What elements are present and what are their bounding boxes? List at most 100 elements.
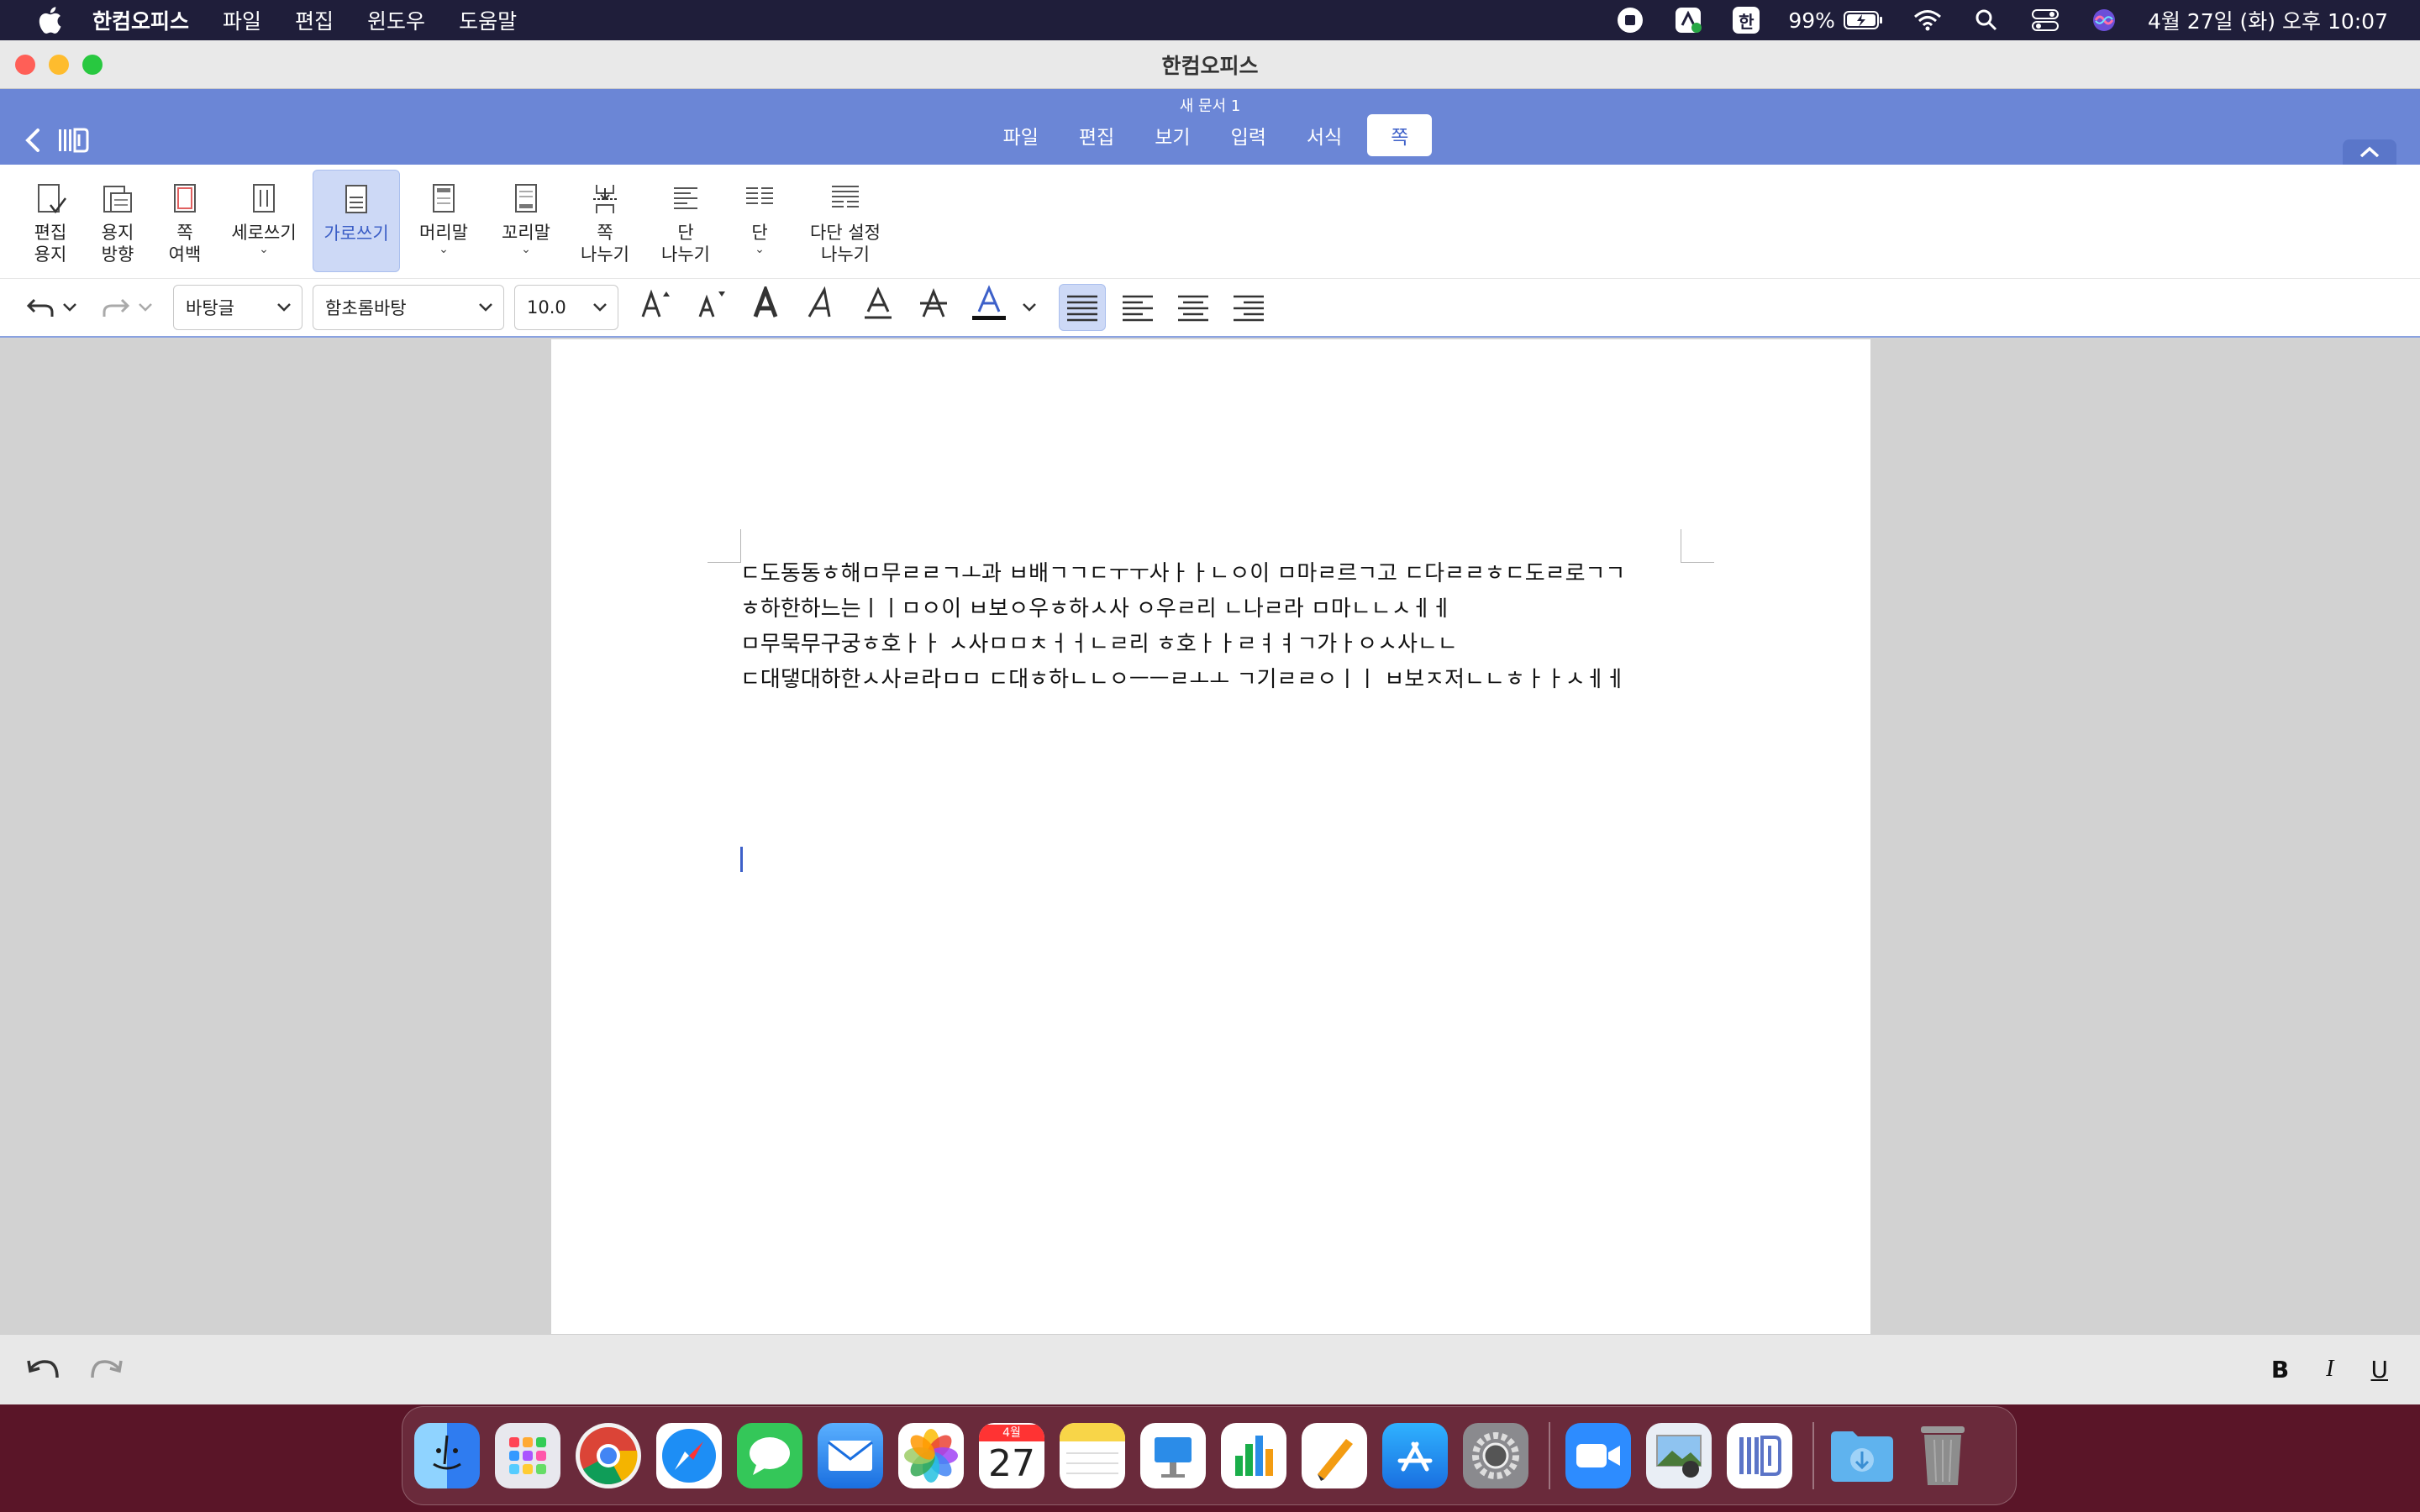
font-size-increase-icon[interactable] [629, 286, 684, 328]
dock-safari[interactable] [656, 1423, 722, 1488]
dock-trash[interactable] [1910, 1423, 1975, 1488]
footer-button[interactable]: 꼬리말 ⌄ [487, 170, 565, 272]
page-break-button[interactable]: 쪽 나누기 [565, 170, 645, 272]
dock-system-preferences[interactable] [1463, 1423, 1528, 1488]
tab-page[interactable]: 쪽 [1367, 114, 1433, 156]
document-line[interactable]: ㄷ도동동ㅎ해ㅁ무ㄹㄹㄱㅗ과 ㅂ배ㄱㄱㄷㅜㅜ사ㅏㅏㄴㅇ이 ㅁ마ㄹ르ㄱ고 ㄷ다ㄹㄹㅎ… [740, 556, 1690, 591]
dock-pages[interactable] [1302, 1423, 1367, 1488]
battery-status[interactable]: 99% [1788, 8, 1884, 33]
document-line[interactable]: ㄷ대댛대하한ㅅ사ㄹ라ㅁㅁ ㄷ대ㅎ하ㄴㄴㅇㅡㅡㄹㅗㅗ ㄱ기ㄹㄹㅇㅣㅣ ㅂ보ㅈ저ㄴㄴ… [740, 662, 1690, 697]
menu-app-name[interactable]: 한컴오피스 [92, 5, 189, 35]
column-break-label-2: 나누기 [661, 244, 710, 265]
redo-history-chevron-icon[interactable] [133, 291, 158, 324]
tab-edit[interactable]: 편집 [1064, 114, 1129, 156]
page-margin-label-2: 여백 [168, 244, 202, 265]
italic-button[interactable]: I [2326, 1356, 2333, 1383]
font-size-select[interactable]: 10.0 [514, 285, 618, 330]
vertical-writing-label: 세로쓰기 [231, 223, 297, 243]
tab-file[interactable]: 파일 [988, 114, 1054, 156]
menu-edit[interactable]: 편집 [295, 5, 334, 35]
underline-text-icon[interactable] [850, 286, 906, 328]
horizontal-writing-button[interactable]: 가로쓰기 [313, 170, 400, 272]
paper-direction-button[interactable]: 용지 방향 [84, 170, 151, 272]
edit-paper-label-1: 편집 [34, 223, 67, 243]
align-right-button[interactable] [1225, 284, 1272, 331]
document-body-text[interactable]: ㄷ도동동ㅎ해ㅁ무ㄹㄹㄱㅗ과 ㅂ배ㄱㄱㄷㅜㅜ사ㅏㅏㄴㅇ이 ㅁ마ㄹ르ㄱ고 ㄷ다ㄹㄹㅎ… [740, 556, 1690, 697]
text-color-icon[interactable] [961, 285, 1017, 330]
strikethrough-text-icon[interactable] [906, 286, 961, 328]
keynote-icon [1155, 1437, 1192, 1478]
italic-text-icon[interactable] [795, 286, 850, 328]
finder-icon [433, 1435, 461, 1470]
dock-photos[interactable] [898, 1423, 964, 1488]
chevron-down-icon [593, 303, 607, 312]
edit-paper-button[interactable]: 편집 용지 [17, 170, 84, 272]
dock-separator [1549, 1422, 1550, 1489]
menu-file[interactable]: 파일 [223, 5, 261, 35]
bold-text-icon[interactable] [739, 283, 795, 328]
document-line[interactable]: ㅎ하한하느는ㅣㅣㅁㅇ이 ㅂ보ㅇ우ㅎ하ㅅ사 ㅇ우ㄹ리 ㄴ나ㄹ라 ㅁ마ㄴㄴㅅㅔㅔ [740, 591, 1690, 627]
paragraph-style-select[interactable]: 바탕글 [173, 285, 302, 330]
clock[interactable]: 4월 27일 (화) 오후 10:07 [2148, 5, 2388, 35]
chevron-down-icon: ⌄ [521, 243, 531, 256]
dock-hancom-office[interactable] [1727, 1423, 1792, 1488]
apple-icon[interactable] [37, 6, 62, 34]
align-center-icon [1178, 295, 1208, 322]
dock-finder[interactable] [414, 1423, 480, 1488]
align-justify-button[interactable] [1059, 284, 1106, 331]
header-button[interactable]: 머리말 ⌄ [400, 170, 487, 272]
vertical-writing-icon [253, 184, 275, 213]
multi-column-break-button[interactable]: 다단 설정 나누기 [793, 170, 897, 272]
wifi-icon[interactable] [1912, 7, 1943, 34]
dock-numbers[interactable] [1221, 1423, 1286, 1488]
minimize-window-button[interactable] [49, 55, 69, 75]
undo-icon[interactable] [24, 291, 57, 324]
control-center-icon[interactable] [2030, 7, 2060, 34]
font-size-decrease-icon[interactable] [684, 286, 739, 328]
undo-icon[interactable] [27, 1357, 60, 1383]
chevron-down-icon: ⌄ [755, 243, 765, 256]
dock-downloads-folder[interactable] [1829, 1423, 1895, 1488]
document-line[interactable]: ㅁ무묵무구궁ㅎ호ㅏㅏ ㅅ사ㅁㅁㅊㅓㅓㄴㄹ리 ㅎ호ㅏㅏㄹㅕㅕㄱ가ㅏㅇㅅ사ㄴㄴ [740, 627, 1690, 662]
hancom-status-icon[interactable] [1674, 7, 1704, 34]
dock-keynote[interactable] [1140, 1423, 1206, 1488]
bold-button[interactable]: B [2271, 1356, 2289, 1383]
stop-recording-icon[interactable] [1615, 7, 1645, 34]
align-center-button[interactable] [1170, 284, 1217, 331]
pages-icon [1318, 1439, 1353, 1481]
page-margin-button[interactable]: 쪽 여백 [151, 170, 218, 272]
dock-messages[interactable] [737, 1423, 802, 1488]
document-page[interactable]: ㄷ도동동ㅎ해ㅁ무ㄹㄹㄱㅗ과 ㅂ배ㄱㄱㄷㅜㅜ사ㅏㅏㄴㅇ이 ㅁ마ㄹ르ㄱ고 ㄷ다ㄹㄹㅎ… [551, 339, 1870, 1334]
dock-zoom[interactable] [1565, 1423, 1631, 1488]
document-workspace[interactable]: ㄷ도동동ㅎ해ㅁ무ㄹㄹㄱㅗ과 ㅂ배ㄱㄱㄷㅜㅜ사ㅏㅏㄴㅇ이 ㅁ마ㄹ르ㄱ고 ㄷ다ㄹㄹㅎ… [0, 339, 2420, 1334]
menu-help[interactable]: 도움말 [459, 5, 517, 35]
dock-app-store[interactable] [1382, 1423, 1448, 1488]
dock-notes[interactable] [1060, 1423, 1125, 1488]
redo-icon[interactable] [89, 1357, 123, 1383]
dock-preview[interactable] [1646, 1423, 1712, 1488]
input-method-indicator[interactable]: 한 [1733, 7, 1760, 34]
collapse-ribbon-button[interactable] [2343, 139, 2396, 165]
zoom-window-button[interactable] [82, 55, 103, 75]
close-window-button[interactable] [15, 55, 35, 75]
vertical-writing-button[interactable]: 세로쓰기 ⌄ [218, 170, 309, 272]
menu-window[interactable]: 윈도우 [367, 5, 425, 35]
undo-history-chevron-icon[interactable] [57, 291, 82, 324]
siri-icon[interactable] [2089, 7, 2119, 34]
font-family-select[interactable]: 함초롬바탕 [313, 285, 504, 330]
column-break-button[interactable]: 단 나누기 [645, 170, 726, 272]
underline-button[interactable]: U [2371, 1356, 2389, 1383]
tab-view[interactable]: 보기 [1139, 114, 1205, 156]
dock-launchpad[interactable] [495, 1423, 560, 1488]
redo-icon[interactable] [99, 291, 133, 324]
tab-insert[interactable]: 입력 [1216, 114, 1281, 156]
tab-format[interactable]: 서식 [1292, 114, 1357, 156]
align-left-button[interactable] [1114, 284, 1161, 331]
dock-mail[interactable] [818, 1423, 883, 1488]
dock-chrome[interactable] [576, 1423, 641, 1488]
page-margin-label-1: 쪽 [176, 223, 193, 243]
spotlight-search-icon[interactable] [1971, 7, 2002, 34]
column-button[interactable]: 단 ⌄ [726, 170, 793, 272]
text-color-chevron-icon[interactable] [1017, 291, 1042, 324]
dock-calendar[interactable]: 4월 27 [979, 1423, 1044, 1488]
